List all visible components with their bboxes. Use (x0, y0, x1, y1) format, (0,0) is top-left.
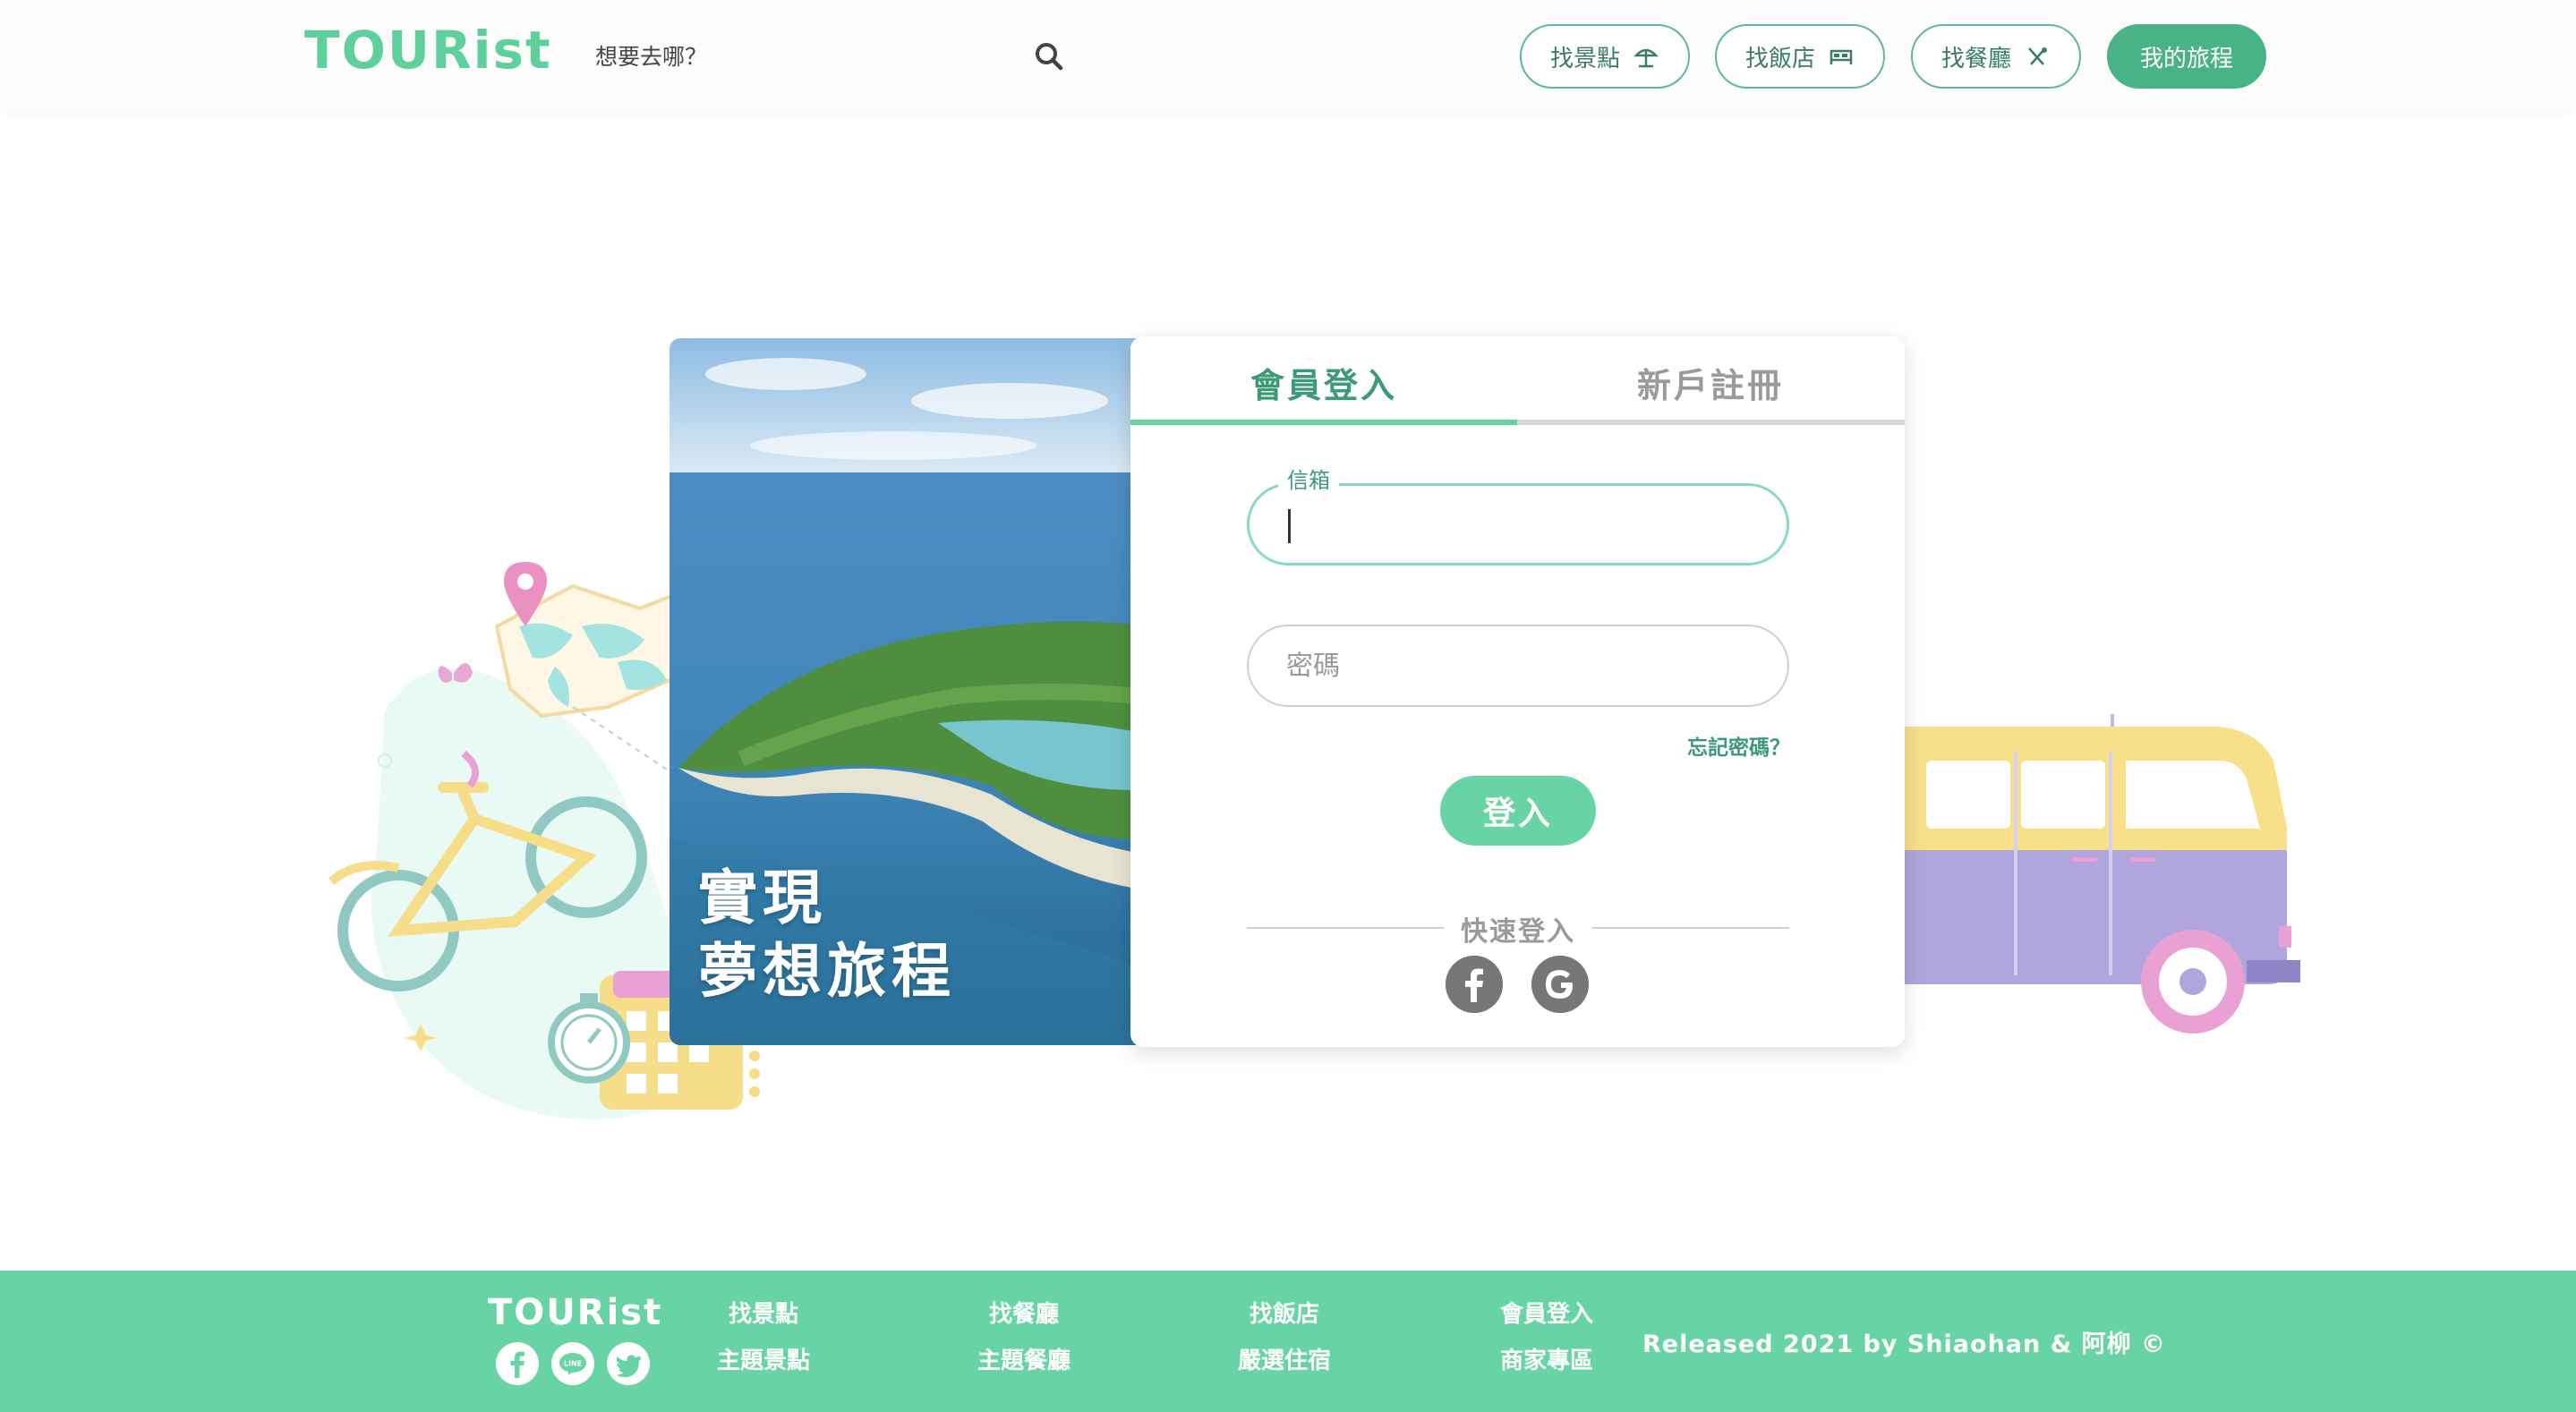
email-field: 信箱 (1247, 463, 1789, 566)
active-tab-indicator (1130, 420, 1517, 425)
google-icon (1531, 956, 1589, 1013)
footer-link-selected-stays[interactable]: 嚴選住宿 (1213, 1342, 1356, 1375)
stopwatch-illustration (548, 993, 630, 1084)
footer-link-theme-attractions[interactable]: 主題景點 (692, 1342, 835, 1375)
hero-caption-line2: 夢想旅程 (698, 937, 956, 1006)
hero-photo: 實現 夢想旅程 (670, 338, 1137, 1045)
footer: TOURist LINE 找景點 主題景點 找餐廳 主題餐廳 找飯店 嚴選住宿 … (0, 1271, 2576, 1412)
twitter-icon[interactable] (607, 1342, 650, 1385)
footer-credits: Released 2021 by Shiaohan & 阿柳 © (1642, 1331, 2166, 1358)
footer-link-merchant-area[interactable]: 商家專區 (1475, 1342, 1618, 1375)
svg-text:LINE: LINE (564, 1360, 582, 1368)
butterfly-illustration (438, 663, 473, 684)
location-pin-illustration (504, 562, 547, 626)
footer-link-hotels[interactable]: 找飯店 (1213, 1296, 1356, 1329)
footer-link-member-login[interactable]: 會員登入 (1475, 1296, 1618, 1329)
password-field (1247, 625, 1789, 707)
beach-umbrella-icon (1633, 48, 1659, 68)
email-input[interactable] (1250, 486, 1787, 563)
footer-link-restaurants[interactable]: 找餐廳 (952, 1296, 1096, 1329)
site-logo[interactable]: TOURist (304, 20, 552, 81)
bed-icon (1830, 49, 1853, 64)
forgot-password-link[interactable]: 忘記密碼？ (1687, 730, 1790, 761)
line-icon[interactable]: LINE (551, 1342, 594, 1385)
search-icon[interactable] (1030, 38, 1070, 77)
facebook-icon (1446, 956, 1503, 1013)
quick-login-label: 快速登入 (1461, 916, 1575, 948)
nav-label: 我的旅程 (2139, 45, 2233, 72)
password-input[interactable] (1249, 626, 1787, 705)
nav-find-attractions-button[interactable]: 找景點 (1520, 24, 1690, 89)
utensils-icon (2028, 47, 2047, 65)
tab-divider (1517, 420, 1905, 425)
google-login-button[interactable] (1531, 956, 1589, 1013)
search-input[interactable] (595, 34, 1016, 79)
facebook-icon[interactable] (496, 1342, 539, 1385)
top-nav-bar: TOURist 找景點 找飯店 找餐廳 (0, 0, 2576, 111)
nav-find-restaurants-button[interactable]: 找餐廳 (1911, 24, 2081, 89)
login-button[interactable]: 登入 (1440, 776, 1596, 846)
van-illustration (1898, 714, 2300, 1033)
facebook-login-button[interactable] (1446, 956, 1503, 1013)
tab-register[interactable]: 新戶註冊 (1517, 354, 1904, 417)
hero-caption: 實現 夢想旅程 (698, 862, 956, 1008)
footer-logo[interactable]: TOURist (488, 1292, 662, 1333)
tab-member-login[interactable]: 會員登入 (1130, 354, 1517, 417)
hero-caption-line1: 實現 (698, 863, 827, 932)
search-box (595, 34, 1070, 79)
bicycle-illustration (328, 750, 647, 991)
footer-link-attractions[interactable]: 找景點 (692, 1296, 835, 1329)
text-cursor (1288, 509, 1291, 543)
nav-my-trip-button[interactable]: 我的旅程 (2107, 24, 2266, 89)
nav-label: 找餐廳 (1941, 45, 2011, 72)
nav-find-hotels-button[interactable]: 找飯店 (1715, 24, 1885, 89)
quick-login-divider: 快速登入 (1247, 909, 1789, 948)
nav-label: 找飯店 (1744, 45, 1815, 72)
email-label: 信箱 (1278, 463, 1339, 494)
login-panel: 會員登入 新戶註冊 信箱 忘記密碼？ 登入 快速登入 (1130, 336, 1905, 1047)
footer-link-theme-restaurants[interactable]: 主題餐廳 (952, 1342, 1096, 1375)
nav-label: 找景點 (1549, 45, 1620, 72)
